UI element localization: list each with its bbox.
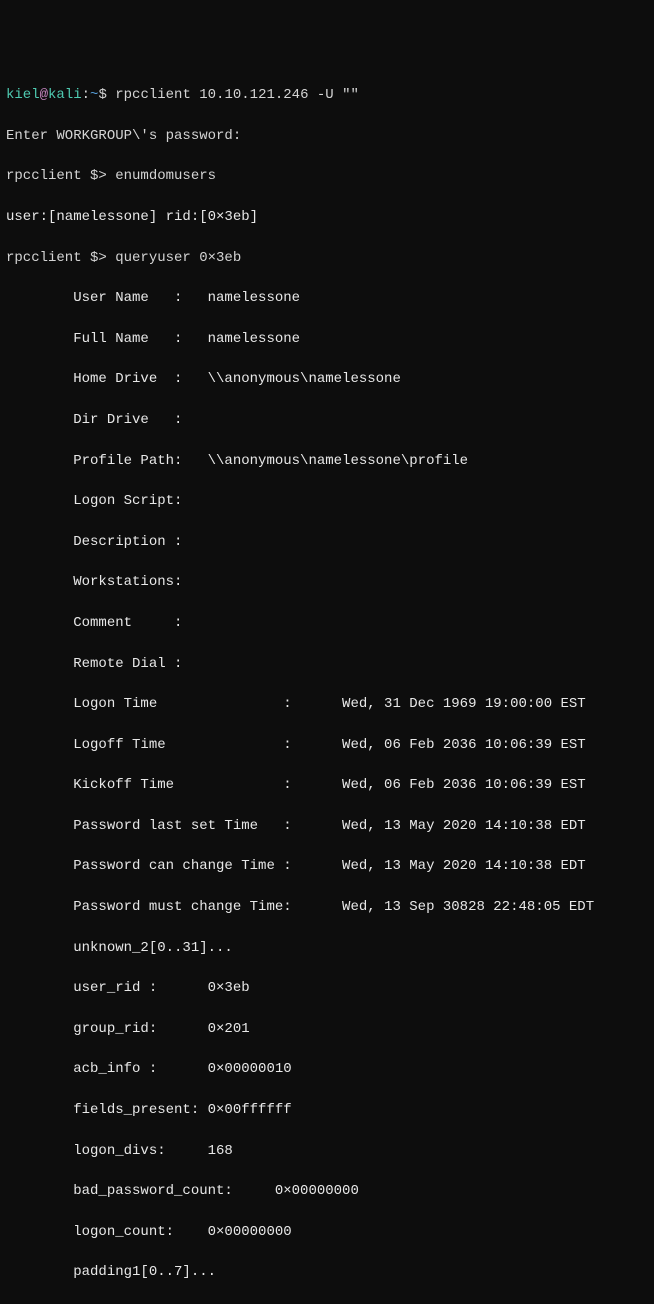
rpc-prompt: rpcclient $> (6, 168, 115, 184)
logon-script-field: Logon Script: (6, 491, 648, 511)
colon: : (82, 87, 90, 103)
logon-hrs-field: logon_hrs[0..21]... (6, 1303, 648, 1304)
padding1-field: padding1[0..7]... (6, 1262, 648, 1282)
logoff-time-field: Logoff Time : Wed, 06 Feb 2036 10:06:39 … (6, 735, 648, 755)
dir-drive-field: Dir Drive : (6, 410, 648, 430)
shell-prompt-line[interactable]: kiel@kali:~$ rpcclient 10.10.121.246 -U … (6, 85, 648, 105)
rpc-prompt-line[interactable]: rpcclient $> queryuser 0×3eb (6, 248, 648, 268)
remote-dial-field: Remote Dial : (6, 654, 648, 674)
fields-present-field: fields_present: 0×00ffffff (6, 1100, 648, 1120)
rpc-command-query: queryuser 0×3eb (115, 250, 241, 266)
at-sign: @ (40, 87, 48, 103)
rpc-prompt-line[interactable]: rpcclient $> enumdomusers (6, 166, 648, 186)
full-name-field: Full Name : namelessone (6, 329, 648, 349)
unknown2-field: unknown_2[0..31]... (6, 938, 648, 958)
shell-user: kiel (6, 87, 40, 103)
home-drive-field: Home Drive : \\anonymous\namelessone (6, 369, 648, 389)
group-rid-field: group_rid: 0×201 (6, 1019, 648, 1039)
logon-count-field: logon_count: 0×00000000 (6, 1222, 648, 1242)
profile-path-field: Profile Path: \\anonymous\namelessone\pr… (6, 451, 648, 471)
enum-output: user:[namelessone] rid:[0×3eb] (6, 207, 648, 227)
bad-pw-count-field: bad_password_count: 0×00000000 (6, 1181, 648, 1201)
user-name-field: User Name : namelessone (6, 288, 648, 308)
kickoff-time-field: Kickoff Time : Wed, 06 Feb 2036 10:06:39… (6, 775, 648, 795)
shell-command: rpcclient 10.10.121.246 -U "" (107, 87, 359, 103)
comment-field: Comment : (6, 613, 648, 633)
description-field: Description : (6, 532, 648, 552)
shell-host: kali (48, 87, 82, 103)
pw-must-change-field: Password must change Time: Wed, 13 Sep 3… (6, 897, 648, 917)
rpc-prompt: rpcclient $> (6, 250, 115, 266)
workstations-field: Workstations: (6, 572, 648, 592)
user-rid-field: user_rid : 0×3eb (6, 978, 648, 998)
password-prompt[interactable]: Enter WORKGROUP\'s password: (6, 126, 648, 146)
logon-divs-field: logon_divs: 168 (6, 1141, 648, 1161)
acb-info-field: acb_info : 0×00000010 (6, 1059, 648, 1079)
pw-last-set-field: Password last set Time : Wed, 13 May 202… (6, 816, 648, 836)
dollar-sign: $ (98, 87, 106, 103)
rpc-command-enum: enumdomusers (115, 168, 216, 184)
logon-time-field: Logon Time : Wed, 31 Dec 1969 19:00:00 E… (6, 694, 648, 714)
pw-can-change-field: Password can change Time : Wed, 13 May 2… (6, 856, 648, 876)
